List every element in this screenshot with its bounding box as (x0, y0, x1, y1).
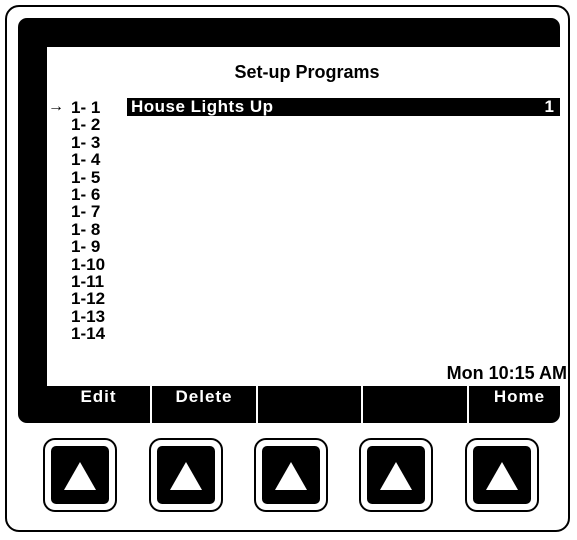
softkey-delete[interactable]: Delete (152, 386, 258, 431)
program-item-14[interactable]: 1-14 (71, 325, 105, 343)
softkey-bar: Edit Delete Home (47, 386, 570, 431)
clock-display: Mon 10:15 AM (446, 363, 567, 383)
program-item-5[interactable]: 1- 5 (71, 168, 105, 186)
program-item-3[interactable]: 1- 3 (71, 133, 105, 151)
softkey-delete-label: Delete (175, 387, 233, 406)
program-item-13[interactable]: 1-13 (71, 307, 105, 325)
lcd-display: Set-up Programs → 1- 1 1- 2 1- 3 1- 4 1-… (18, 18, 567, 431)
selected-program-row[interactable]: House Lights Up 1 (127, 98, 560, 116)
up-arrow-icon (486, 462, 518, 490)
softkey-4[interactable] (363, 386, 469, 431)
program-item-7[interactable]: 1- 7 (71, 203, 105, 221)
hardware-button-2[interactable] (149, 438, 223, 512)
program-item-11[interactable]: 1-11 (71, 273, 105, 291)
program-item-2[interactable]: 1- 2 (71, 116, 105, 134)
hardware-button-3[interactable] (254, 438, 328, 512)
program-item-8[interactable]: 1- 8 (71, 220, 105, 238)
up-arrow-icon (275, 462, 307, 490)
hardware-button-4[interactable] (359, 438, 433, 512)
up-arrow-icon (170, 462, 202, 490)
selected-program-value: 1 (544, 97, 554, 116)
program-item-6[interactable]: 1- 6 (71, 186, 105, 204)
softkey-3[interactable] (258, 386, 363, 431)
program-item-1[interactable]: 1- 1 (71, 99, 105, 117)
softkey-edit[interactable]: Edit (47, 386, 152, 431)
screen-title: Set-up Programs (234, 62, 380, 82)
program-list: 1- 1 1- 2 1- 3 1- 4 1- 5 1- 6 1- 7 1- 8 … (71, 99, 105, 343)
hardware-button-1[interactable] (43, 438, 117, 512)
program-item-4[interactable]: 1- 4 (71, 151, 105, 169)
program-item-9[interactable]: 1- 9 (71, 238, 105, 256)
softkey-home[interactable]: Home (469, 386, 570, 431)
up-arrow-icon (380, 462, 412, 490)
selected-program-name: House Lights Up (131, 97, 274, 116)
up-arrow-icon (64, 462, 96, 490)
lcd-screen-area: Set-up Programs → 1- 1 1- 2 1- 3 1- 4 1-… (47, 47, 567, 386)
cursor-arrow-icon: → (48, 98, 64, 115)
softkey-home-label: Home (493, 387, 546, 406)
softkey-edit-label: Edit (80, 387, 117, 406)
program-item-10[interactable]: 1-10 (71, 255, 105, 273)
hardware-button-5[interactable] (465, 438, 539, 512)
program-item-12[interactable]: 1-12 (71, 290, 105, 308)
